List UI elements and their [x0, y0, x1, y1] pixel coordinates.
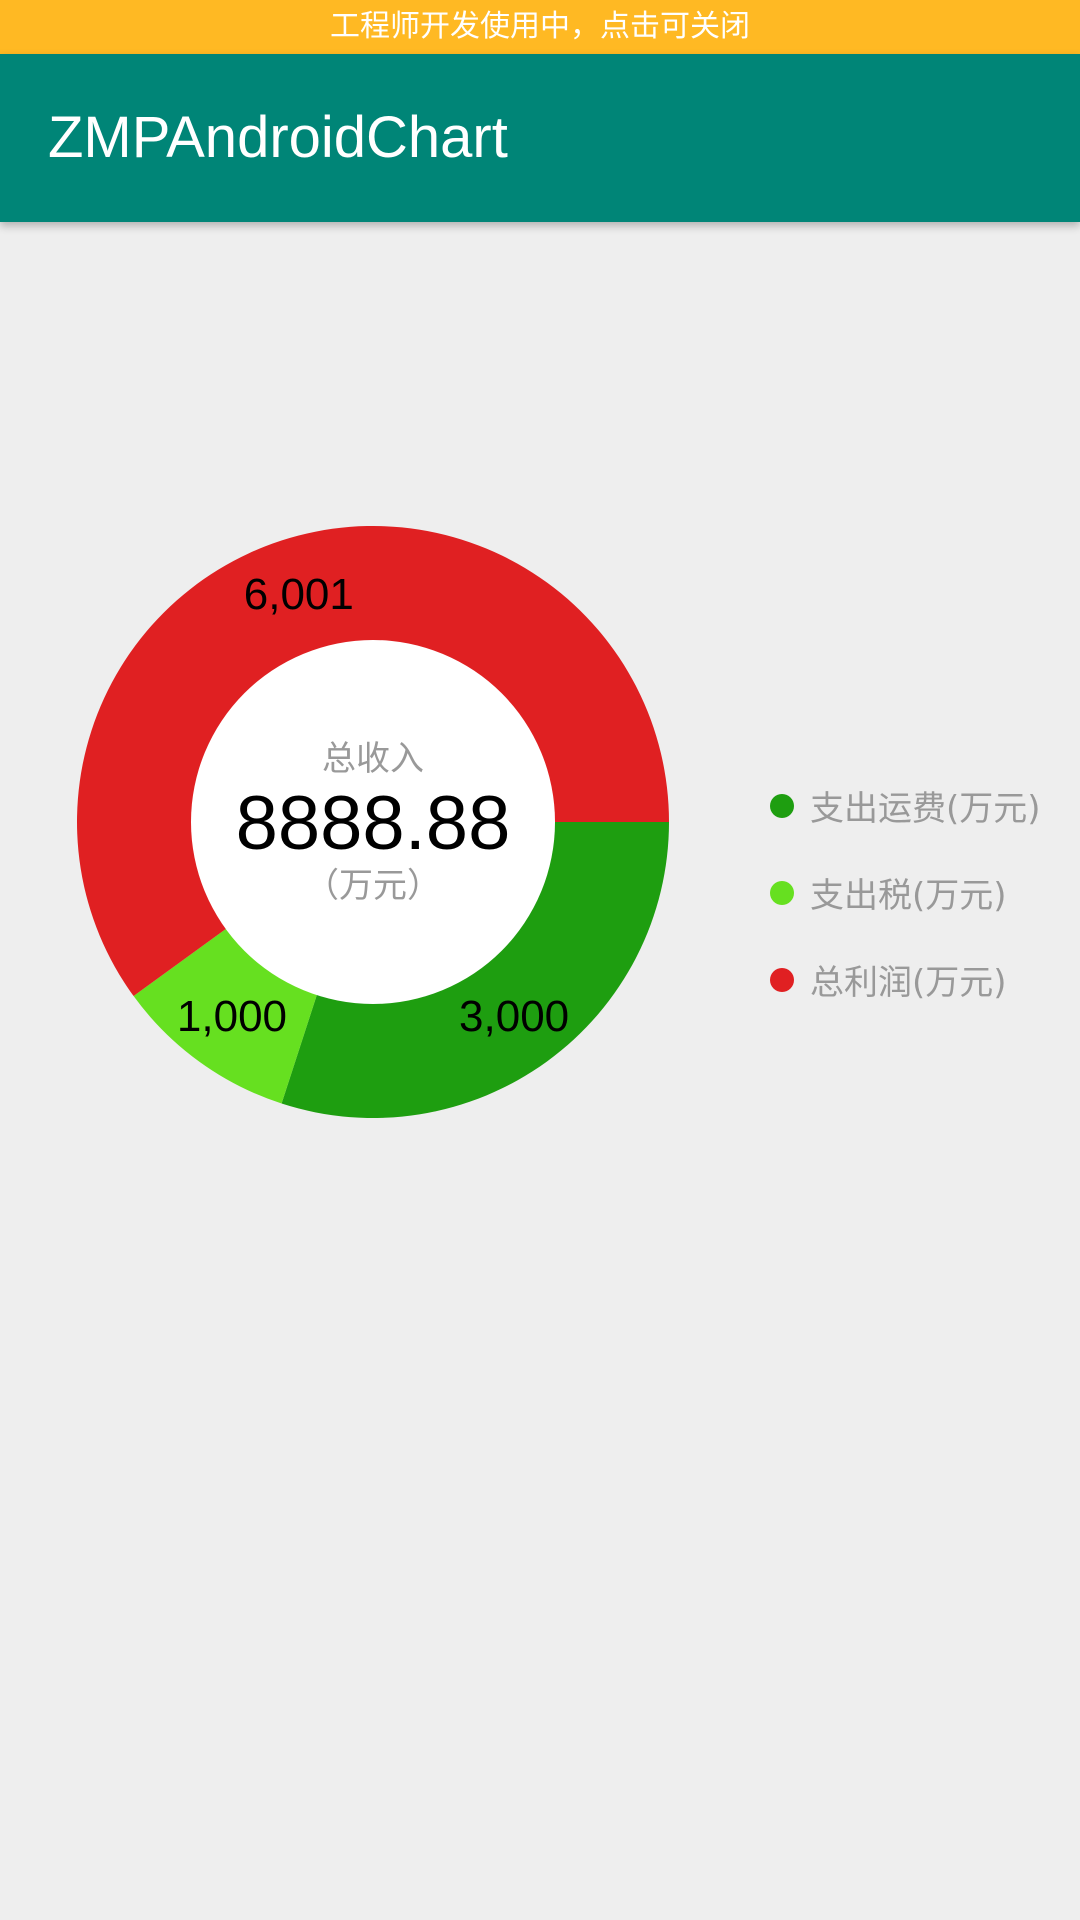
legend-label: 总利润(万元) [810, 963, 1007, 1003]
app-screen: 工程师开发使用中，点击可关闭 ZMPAndroidChart 3,000 1,00… [0, 0, 1080, 1920]
chart-slice-value-label: 1,000 [177, 992, 287, 1041]
app-bar: ZMPAndroidChart [0, 54, 1080, 222]
center-total-value: 8888.88 [236, 781, 511, 866]
chart-slice-value-label: 3,000 [459, 992, 569, 1041]
developer-mode-banner[interactable]: 工程师开发使用中，点击可关闭 [0, 0, 1080, 54]
chart-legend: 支出运费(万元) 支出税(万元) 总利润(万元) [770, 762, 1041, 1023]
donut-chart[interactable]: 3,000 1,000 6,001 总收入 8888.88 （万元） [0, 222, 1080, 1920]
chart-area: 3,000 1,000 6,001 总收入 8888.88 （万元） 支出运费(万元… [0, 222, 1080, 1920]
legend-item[interactable]: 总利润(万元) [770, 936, 1041, 1023]
center-unit: （万元） [305, 866, 441, 906]
legend-dot-icon [770, 793, 794, 818]
legend-item[interactable]: 支出税(万元) [770, 849, 1041, 936]
legend-label: 支出运费(万元) [810, 789, 1041, 829]
app-title: ZMPAndroidChart [48, 105, 508, 170]
legend-item[interactable]: 支出运费(万元) [770, 762, 1041, 849]
legend-dot-icon [770, 880, 794, 905]
legend-label: 支出税(万元) [810, 876, 1007, 916]
legend-dot-icon [770, 967, 794, 992]
chart-slice-value-label: 6,001 [244, 570, 354, 619]
center-caption: 总收入 [322, 739, 424, 779]
